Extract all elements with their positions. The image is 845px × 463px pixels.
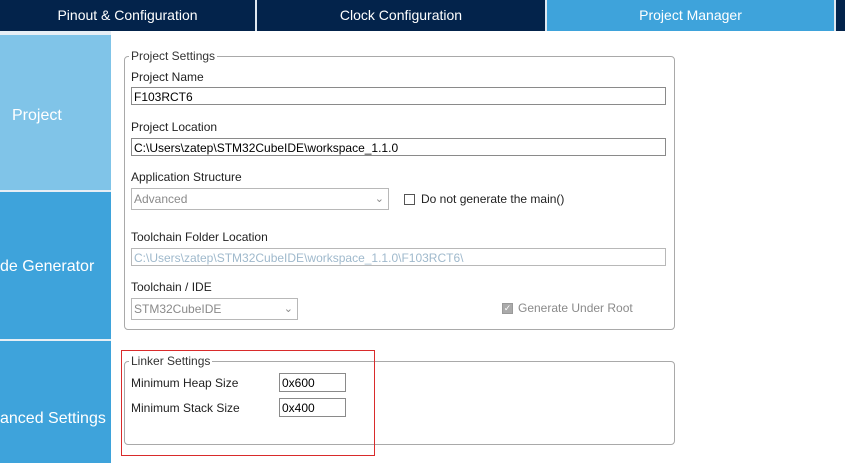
chevron-down-icon: ⌄ [283, 303, 293, 315]
do-not-generate-main-label: Do not generate the main() [421, 192, 565, 206]
application-structure-value: Advanced [134, 192, 188, 206]
generate-under-root-label: Generate Under Root [518, 301, 633, 315]
nav-item-label: anced Settings [0, 410, 106, 427]
toolchain-ide-select[interactable]: STM32CubeIDE ⌄ [131, 298, 298, 320]
toolchain-folder-input: C:\Users\zatep\STM32CubeIDE\workspace_1.… [131, 248, 666, 266]
do-not-generate-main-checkbox[interactable] [404, 194, 415, 205]
nav-item-label: Project [12, 107, 62, 124]
project-name-label: Project Name [131, 70, 204, 84]
toolchain-ide-value: STM32CubeIDE [134, 302, 222, 316]
project-name-input[interactable]: F103RCT6 [131, 87, 666, 105]
tab-bar: Pinout & Configuration Clock Configurati… [0, 0, 845, 31]
toolchain-ide-label: Toolchain / IDE [131, 280, 212, 294]
linker-settings-highlight [121, 350, 375, 456]
application-structure-label: Application Structure [131, 170, 242, 184]
project-location-input[interactable]: C:\Users\zatep\STM32CubeIDE\workspace_1.… [131, 138, 666, 156]
toolchain-folder-label: Toolchain Folder Location [131, 230, 268, 244]
nav-item-code-generator[interactable]: de Generator [0, 192, 111, 339]
application-structure-select[interactable]: Advanced ⌄ [131, 188, 389, 210]
nav-item-advanced-settings[interactable]: anced Settings [0, 341, 111, 463]
nav-item-label: de Generator [0, 258, 95, 275]
tab-clock-configuration[interactable]: Clock Configuration [257, 0, 545, 31]
project-location-label: Project Location [131, 120, 218, 134]
tab-project-manager[interactable]: Project Manager [547, 0, 834, 31]
chevron-down-icon: ⌄ [374, 193, 384, 205]
project-settings-title: Project Settings [129, 49, 218, 63]
generate-under-root-checkbox: ✓ [502, 303, 513, 314]
tab-pinout-configuration[interactable]: Pinout & Configuration [0, 0, 255, 31]
tab-overflow [836, 0, 845, 31]
left-nav: Project de Generator anced Settings [0, 31, 111, 463]
nav-item-project[interactable]: Project [0, 35, 111, 190]
